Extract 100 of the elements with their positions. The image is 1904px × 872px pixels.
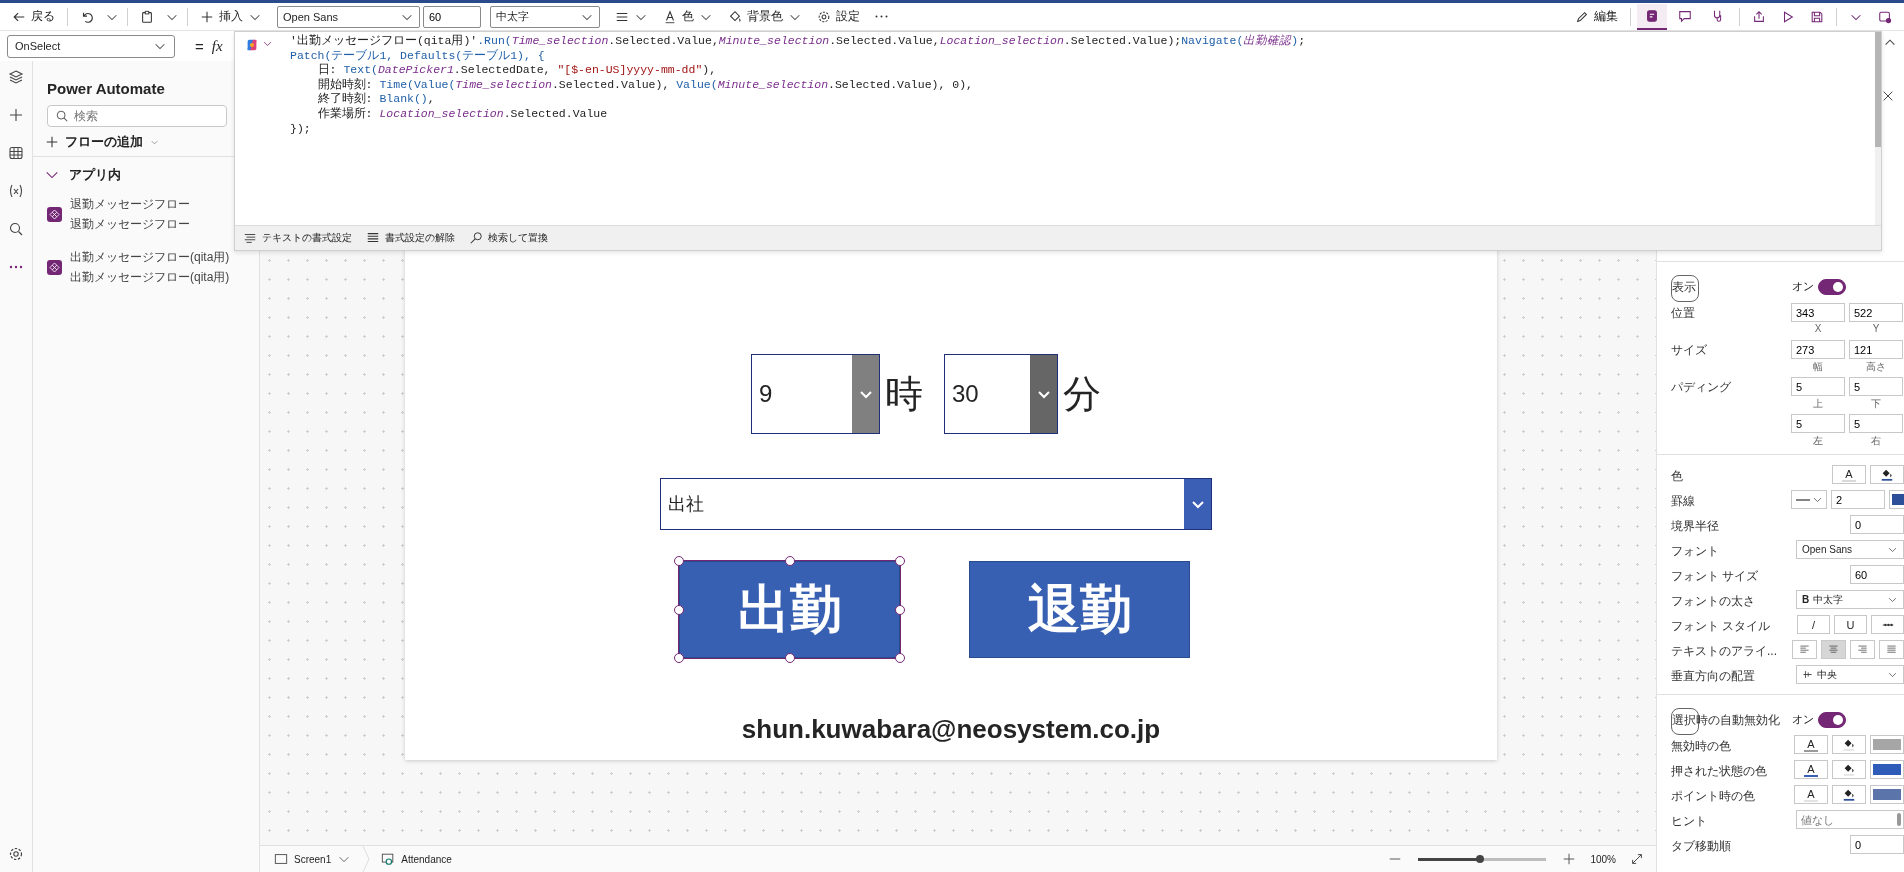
resize-handle[interactable]	[674, 653, 684, 663]
search-icon[interactable]	[8, 221, 24, 237]
text-color-button[interactable]: A	[1794, 760, 1828, 779]
attendance-button[interactable]: 出勤	[679, 561, 900, 658]
find-replace-button[interactable]: 検索して置換	[467, 231, 550, 245]
paint-bucket-icon	[728, 9, 742, 24]
insert-button[interactable]: 挿入	[194, 4, 268, 29]
color-button[interactable]: 色	[657, 4, 719, 29]
clipboard-icon	[140, 9, 154, 24]
resize-handle[interactable]	[674, 556, 684, 566]
property-label: フォント	[1671, 543, 1720, 560]
paint-bucket-icon	[1842, 787, 1856, 802]
fill-color-button[interactable]	[1832, 785, 1866, 804]
property-label: 表示	[1672, 279, 1697, 296]
number-field[interactable]: 273	[1791, 340, 1845, 359]
strikethrough-button[interactable]	[1871, 615, 1904, 634]
field-caption: 左	[1813, 434, 1823, 448]
font-dropdown[interactable]: Open Sans	[277, 5, 420, 28]
pencil-icon	[1575, 9, 1589, 24]
field-caption: X	[1814, 322, 1822, 334]
flow-item[interactable]: 出勤メッセージフロー(qita用) 出勤メッセージフロー(qita用)	[41, 239, 236, 292]
lines-icon	[243, 231, 257, 245]
number-field[interactable]: 5	[1849, 414, 1903, 433]
border-style-dropdown[interactable]	[1791, 490, 1827, 509]
number-field[interactable]: 5	[1849, 377, 1903, 396]
add-flow-button[interactable]: フローの追加	[33, 127, 172, 156]
email-label: shun.kuwabara@neosystem.co.jp	[741, 714, 1161, 745]
italic-button[interactable]: /	[1797, 615, 1830, 634]
variables-icon[interactable]	[8, 183, 24, 199]
code-pane-button[interactable]	[1637, 3, 1667, 30]
flow-icon	[47, 260, 62, 275]
underline-button[interactable]: U	[1834, 615, 1867, 634]
text-color-button[interactable]: A	[1794, 735, 1828, 754]
paint-bucket-icon	[1842, 762, 1856, 777]
font-size-field[interactable]: 60	[423, 5, 481, 28]
border-width-field[interactable]: 2	[1831, 490, 1885, 509]
settings-icon[interactable]	[8, 846, 24, 862]
section-toggle[interactable]: アプリ内	[33, 164, 133, 186]
settings-icon	[817, 9, 831, 24]
property-dropdown[interactable]: 中央	[1796, 665, 1904, 684]
color-swatch-button[interactable]	[1870, 760, 1904, 779]
text-align-button[interactable]	[1879, 640, 1904, 659]
property-dropdown[interactable]: OnSelect	[7, 34, 175, 58]
format-text-button[interactable]: テキストの書式設定	[241, 231, 354, 245]
number-field[interactable]: 343	[1791, 303, 1845, 322]
number-field[interactable]: 121	[1849, 340, 1903, 359]
number-field[interactable]: 0	[1850, 515, 1904, 534]
close-icon[interactable]	[1881, 89, 1895, 103]
resize-handle[interactable]	[784, 556, 795, 566]
more-icon	[875, 15, 888, 18]
align-icon	[1857, 644, 1868, 655]
layers-icon[interactable]	[8, 69, 24, 85]
settings-button[interactable]: 設定	[811, 4, 866, 29]
plus-icon[interactable]	[8, 107, 24, 123]
resize-handle[interactable]	[895, 556, 905, 566]
field-caption: 上	[1813, 397, 1823, 411]
minute-dropdown[interactable]: 30	[944, 354, 1058, 434]
number-field[interactable]: 60	[1850, 565, 1904, 584]
resize-handle[interactable]	[895, 653, 905, 663]
text-color-button[interactable]: A	[1832, 465, 1866, 484]
font-weight-dropdown[interactable]: 中太字	[490, 5, 600, 28]
remove-formatting-button[interactable]: 書式設定の解除	[364, 231, 457, 245]
number-field[interactable]: 5	[1791, 377, 1845, 396]
edit-button[interactable]: 編集	[1569, 4, 1624, 29]
color-swatch-button[interactable]	[1870, 735, 1904, 754]
number-field[interactable]: 522	[1849, 303, 1903, 322]
plus-icon	[45, 135, 59, 149]
attendance-button[interactable]: 退勤	[969, 561, 1190, 658]
number-field[interactable]: 0	[1850, 835, 1904, 854]
resize-handle[interactable]	[674, 604, 684, 615]
fill-color-button[interactable]	[1870, 465, 1904, 484]
location-dropdown[interactable]: 出社	[660, 478, 1212, 530]
hint-field[interactable]: 値なし	[1796, 810, 1904, 829]
resize-handle[interactable]	[895, 604, 905, 615]
back-button[interactable]: 戻る	[6, 4, 61, 29]
table-icon[interactable]	[8, 145, 24, 161]
text-color-button[interactable]: A	[1794, 785, 1828, 804]
property-dropdown[interactable]: Open Sans	[1796, 540, 1904, 559]
hour-dropdown[interactable]: 9	[751, 354, 880, 434]
field-caption: Y	[1872, 322, 1880, 334]
search-field[interactable]: 検索	[47, 105, 227, 127]
text-align-button[interactable]	[1850, 640, 1875, 659]
background-color-button[interactable]: 背景色	[722, 4, 808, 29]
component-tab[interactable]: Attendance	[379, 852, 454, 866]
toggle-switch[interactable]	[1818, 279, 1846, 295]
expand-icon[interactable]	[1630, 852, 1644, 866]
align-icon	[1828, 644, 1839, 655]
property-label: タブ移動順	[1671, 838, 1732, 855]
screen-icon	[274, 852, 288, 866]
toggle-switch[interactable]	[1818, 712, 1846, 728]
number-field[interactable]: 5	[1791, 414, 1845, 433]
text-align-button[interactable]	[1792, 640, 1817, 659]
property-dropdown[interactable]: B 中太字	[1796, 590, 1904, 609]
color-swatch-button[interactable]	[1870, 785, 1904, 804]
fill-color-button[interactable]	[1832, 735, 1866, 754]
resize-handle[interactable]	[784, 653, 795, 663]
fill-color-button[interactable]	[1832, 760, 1866, 779]
flow-item[interactable]: 退勤メッセージフロー 退勤メッセージフロー	[41, 186, 196, 239]
screen-tab[interactable]: Screen1	[272, 852, 354, 866]
zoom-slider[interactable]	[1418, 857, 1547, 861]
